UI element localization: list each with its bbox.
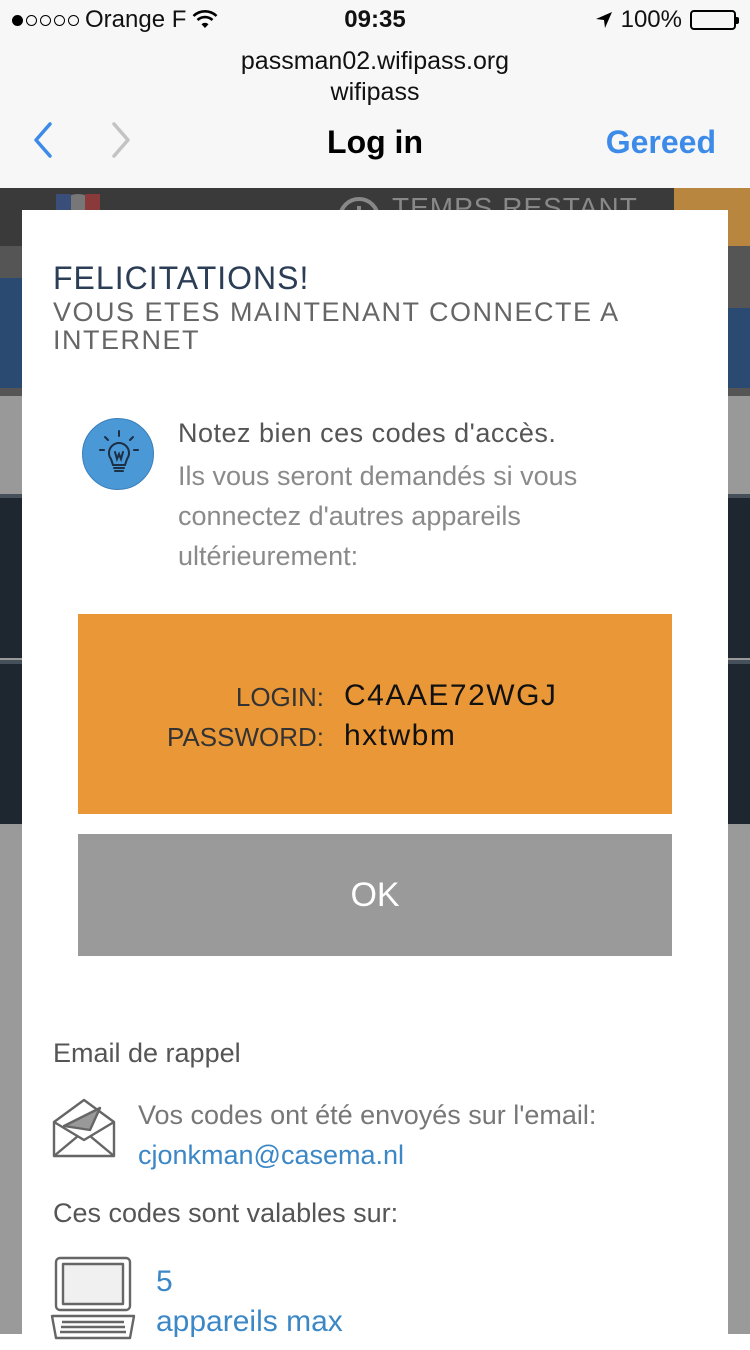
laptop-icon [50,1256,136,1340]
devices-info: 5 appareils max [156,1262,343,1342]
note-heading: Notez bien ces codes d'accès. [178,418,557,448]
note-body: Ils vous seront demandés si vous connect… [178,461,578,571]
devices-count: 5 [156,1265,173,1298]
url-site-name: wifipass [330,78,420,106]
done-button[interactable]: Gereed [606,124,716,161]
password-value: hxtwbm [344,719,457,752]
login-value: C4AAE72WGJ [344,679,558,712]
browser-header: passman02.wifipass.org wifipass Log in G… [0,40,750,189]
email-section-label: Email de rappel [53,1038,241,1068]
login-label: LOGIN: [235,682,324,712]
lightbulb-icon [82,418,154,490]
credentials-box: LOGIN: C4AAE72WGJ PASSWORD: hxtwbm [78,614,672,814]
modal-title: FELICITATIONS! [53,260,310,296]
validity-label: Ces codes sont valables sur: [53,1198,399,1228]
status-right: 100% [595,6,739,34]
location-arrow-icon [595,12,612,28]
envelope-icon [52,1098,116,1158]
devices-label: appareils max [156,1305,343,1338]
url-domain: passman02.wifipass.org [240,47,510,75]
email-sent-text: Vos codes ont été envoyés sur l'email: [138,1100,597,1130]
modal-subtitle: VOUS ETES MAINTENANT CONNECTE A INTERNET [53,297,619,355]
ok-button[interactable]: OK [78,834,672,956]
email-link[interactable]: cjonkman@casema.nl [138,1140,404,1171]
success-modal: FELICITATIONS! VOUS ETES MAINTENANT CONN… [22,210,728,1350]
status-bar: Orange F 09:35 100% [0,0,750,40]
battery-icon [690,10,739,30]
password-label: PASSWORD: [167,722,324,752]
battery-percent: 100% [620,6,682,33]
url-bar[interactable]: passman02.wifipass.org wifipass [0,46,750,108]
